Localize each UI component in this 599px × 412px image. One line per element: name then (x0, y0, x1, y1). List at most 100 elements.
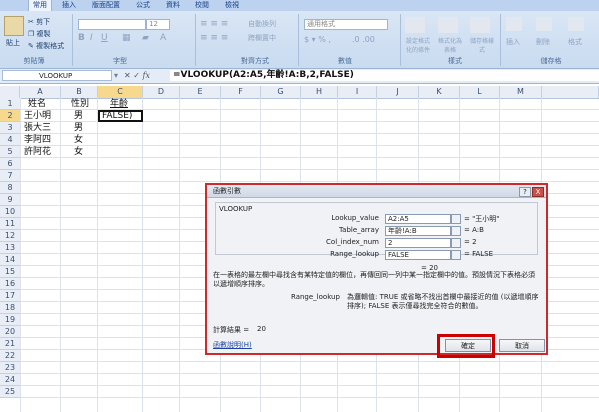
paste-button[interactable]: 貼上 (6, 38, 20, 48)
help-icon[interactable]: ? (519, 187, 531, 197)
row-header[interactable]: 1 (0, 98, 20, 110)
column-header[interactable]: M (500, 86, 542, 98)
underline-button[interactable]: U (101, 33, 108, 43)
align-top-icon[interactable]: ≡ ≡ ≡ (200, 19, 228, 29)
range-picker-icon[interactable] (451, 214, 461, 224)
format-table-icon[interactable] (438, 17, 458, 33)
row-header[interactable]: 16 (0, 278, 20, 290)
row-header[interactable]: 17 (0, 290, 20, 302)
column-header[interactable]: G (261, 86, 301, 98)
row-header[interactable]: 15 (0, 266, 20, 278)
cell-styles-button[interactable]: 儲存格樣式 (468, 36, 496, 54)
format-table-button[interactable]: 格式化為表格 (436, 36, 464, 54)
range-picker-icon[interactable] (451, 238, 461, 248)
format-painter-button[interactable]: ✎ 複製格式 (28, 41, 64, 51)
row-header[interactable]: 5 (0, 146, 20, 158)
row-header[interactable]: 25 (0, 386, 20, 398)
row-header[interactable]: 13 (0, 242, 20, 254)
row-header[interactable]: 22 (0, 350, 20, 362)
cell-B2[interactable]: 男 (74, 110, 83, 122)
row-header[interactable]: 20 (0, 326, 20, 338)
column-header[interactable]: B (61, 86, 98, 98)
border-icon[interactable]: ▦ (122, 33, 131, 43)
row-header[interactable]: 4 (0, 134, 20, 146)
tab-data[interactable]: 資料 (162, 0, 184, 11)
close-icon[interactable]: X (532, 187, 544, 197)
column-header[interactable]: E (180, 86, 221, 98)
italic-button[interactable]: I (90, 33, 93, 43)
tab-page-layout[interactable]: 版面配置 (88, 0, 124, 11)
copy-button[interactable]: ❐ 複製 (28, 29, 51, 39)
row-header[interactable]: 8 (0, 182, 20, 194)
row-header[interactable]: 23 (0, 362, 20, 374)
column-header[interactable]: L (460, 86, 500, 98)
cell-A1[interactable]: 姓名 (28, 98, 46, 110)
tab-formulas[interactable]: 公式 (132, 0, 154, 11)
row-header[interactable]: 14 (0, 254, 20, 266)
cancel-icon[interactable]: ✕ (124, 71, 131, 80)
cell-B1[interactable]: 性別 (71, 98, 89, 110)
cancel-button[interactable]: 取消 (499, 339, 545, 352)
column-header[interactable]: I (338, 86, 377, 98)
tab-insert[interactable]: 插入 (58, 0, 80, 11)
align-left-icon[interactable]: ≡ ≡ ≡ (200, 33, 228, 43)
column-header[interactable] (542, 86, 599, 98)
cell-A3[interactable]: 張大三 (24, 122, 51, 134)
row-header[interactable]: 9 (0, 194, 20, 206)
col-index-input[interactable]: 2 (385, 238, 451, 248)
row-header[interactable]: 24 (0, 374, 20, 386)
cell-B5[interactable]: 女 (74, 146, 83, 158)
delete-cells-icon[interactable] (536, 17, 552, 31)
cell-B3[interactable]: 男 (74, 122, 83, 134)
cell-A4[interactable]: 李阿四 (24, 134, 51, 146)
help-link[interactable]: 函數說明(H) (213, 340, 252, 350)
decimal-icon[interactable]: .0 .00 (352, 35, 375, 44)
row-header[interactable]: 21 (0, 338, 20, 350)
number-format-box[interactable]: 通用格式 (304, 19, 388, 30)
column-header[interactable]: D (143, 86, 180, 98)
font-size-box[interactable]: 12 (146, 19, 170, 30)
paste-icon[interactable] (4, 16, 24, 36)
cell-C1[interactable]: 年齡 (110, 98, 128, 110)
cell-styles-icon[interactable] (470, 17, 490, 33)
bold-button[interactable]: B (78, 33, 85, 43)
insert-cells-icon[interactable] (506, 17, 522, 31)
cell-B4[interactable]: 女 (74, 134, 83, 146)
enter-icon[interactable]: ✓ (133, 71, 140, 80)
column-header[interactable]: K (419, 86, 460, 98)
range-picker-icon[interactable] (451, 226, 461, 236)
format-cells-button[interactable]: 格式 (568, 37, 582, 47)
name-box[interactable]: VLOOKUP (2, 70, 112, 81)
column-header[interactable]: A (20, 86, 61, 98)
format-cells-icon[interactable] (568, 17, 584, 31)
cell-A5[interactable]: 許阿花 (24, 146, 51, 158)
row-header[interactable]: 18 (0, 302, 20, 314)
insert-cells-button[interactable]: 插入 (506, 37, 520, 47)
font-color-icon[interactable]: A (160, 33, 166, 43)
row-header[interactable]: 6 (0, 158, 20, 170)
select-all-corner[interactable] (0, 86, 20, 98)
tab-review[interactable]: 校閱 (191, 0, 213, 11)
column-header[interactable]: H (301, 86, 338, 98)
row-header[interactable]: 3 (0, 122, 20, 134)
cell-C2-active[interactable]: FALSE) (98, 110, 143, 122)
cut-button[interactable]: ✂ 剪下 (28, 17, 50, 27)
row-header[interactable]: 2 (0, 110, 20, 122)
row-header[interactable]: 19 (0, 314, 20, 326)
table-array-input[interactable]: 年齡!A:B (385, 226, 451, 236)
tab-view[interactable]: 檢視 (221, 0, 243, 11)
formula-input[interactable]: =VLOOKUP(A2:A5,年齡!A:B,2,FALSE) (170, 70, 599, 81)
row-header[interactable]: 11 (0, 218, 20, 230)
merge-center-button[interactable]: 跨欄置中 (248, 33, 276, 43)
delete-cells-button[interactable]: 刪除 (536, 37, 550, 47)
name-box-dropdown-icon[interactable]: ▾ (114, 71, 118, 80)
lookup-value-input[interactable]: A2:A5 (385, 214, 451, 224)
cell-A2[interactable]: 王小明 (24, 110, 51, 122)
wrap-text-button[interactable]: 自動換列 (248, 19, 276, 29)
font-name-box[interactable] (78, 19, 146, 30)
row-header[interactable]: 7 (0, 170, 20, 182)
column-header[interactable]: F (221, 86, 261, 98)
tab-home[interactable]: 常用 (28, 0, 52, 11)
row-header[interactable]: 12 (0, 230, 20, 242)
range-lookup-input[interactable]: FALSE (385, 250, 451, 260)
